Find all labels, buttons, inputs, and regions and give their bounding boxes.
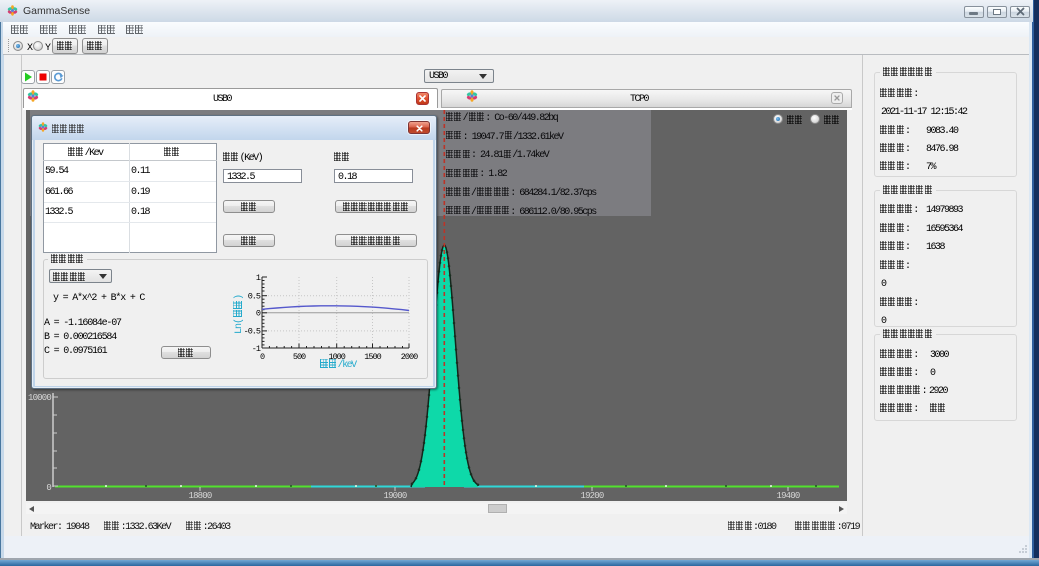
svg-text:19000: 19000 <box>383 491 406 501</box>
svg-text:1500: 1500 <box>364 352 381 362</box>
svg-text:10000: 10000 <box>28 393 51 403</box>
svg-text:19400: 19400 <box>776 491 799 501</box>
svg-text:1: 1 <box>256 273 261 283</box>
svg-text:18800: 18800 <box>188 491 211 501</box>
svg-text:0.5: 0.5 <box>248 292 261 302</box>
svg-text:0: 0 <box>256 309 261 319</box>
svg-text:2000: 2000 <box>401 352 418 362</box>
svg-text:-0.5: -0.5 <box>244 327 261 337</box>
svg-text:19200: 19200 <box>580 491 603 501</box>
svg-text:500: 500 <box>293 352 306 362</box>
svg-text:0: 0 <box>260 352 265 362</box>
svg-text:0: 0 <box>46 483 51 493</box>
